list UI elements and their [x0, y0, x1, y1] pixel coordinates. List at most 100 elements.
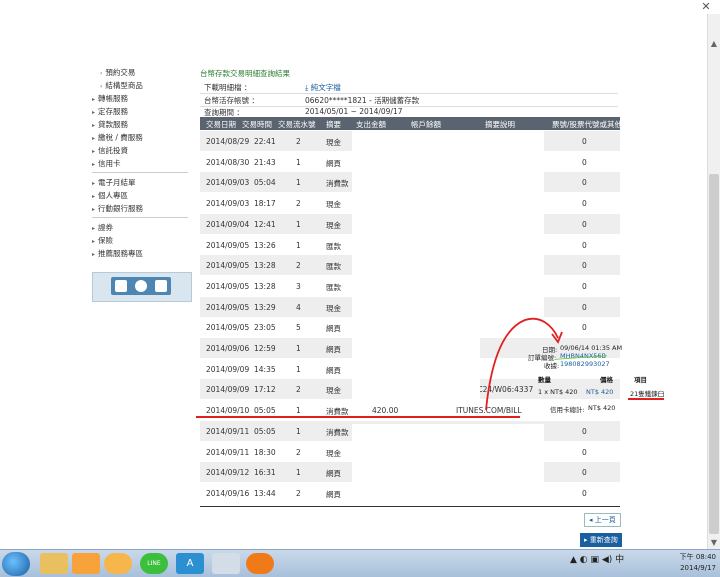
cell-time: 17:12: [254, 385, 276, 395]
calendar-icon[interactable]: [115, 280, 127, 292]
sidebar-item-label: 貸款服務: [98, 120, 129, 129]
cell-seq: 1: [296, 426, 301, 436]
cell-ref: 0: [582, 302, 587, 312]
cell-date: 2014/08/30: [206, 157, 250, 167]
sidebar-item[interactable]: ▸ 個人專區: [92, 189, 192, 202]
cell-summary: 網頁: [326, 345, 341, 354]
col-date: 交易日期: [206, 120, 236, 129]
sidebar-item-label: 推薦服務專區: [98, 249, 144, 258]
cell-summary: 現金: [326, 303, 341, 313]
sidebar-item[interactable]: ▸ 繳稅 / 費服務: [92, 131, 192, 144]
scroll-thumb[interactable]: [709, 174, 719, 534]
receipt-line-price: NT$ 420: [586, 388, 614, 396]
cell-seq: 2: [296, 261, 301, 271]
sidebar-item[interactable]: ▸ 電子月結單: [92, 176, 192, 189]
cell-seq: 1: [296, 240, 301, 250]
taskbar: LINE A ▲ ◐ ▣ ◀) 中 下午 08:40 2014/9/17: [0, 549, 720, 577]
cell-summary: 匯款: [326, 262, 341, 272]
cell-seq: 2: [296, 447, 301, 457]
requery-button[interactable]: ▸ 重新查詢: [580, 533, 622, 547]
cell-time: 23:05: [254, 323, 276, 333]
receipt-col-item: 項目: [634, 376, 647, 384]
arrow-icon: ▸: [92, 225, 96, 232]
col-out: 支出金額: [356, 120, 386, 129]
receipt-col-price: 價格: [600, 376, 613, 384]
arrow-icon: ▸: [92, 148, 96, 155]
calculator-icon[interactable]: [155, 280, 167, 292]
sidebar-item[interactable]: ▸ 推薦服務專區: [92, 247, 192, 260]
sidebar-item[interactable]: ▸ 信託投資: [92, 144, 192, 157]
line-app-icon[interactable]: LINE: [140, 553, 168, 574]
arrow-icon: ▸: [92, 206, 96, 213]
sidebar-item[interactable]: ▸ 信用卡: [92, 157, 192, 170]
cell-seq: 5: [296, 323, 301, 333]
cell-seq: 1: [296, 178, 301, 188]
cell-summary: 消費款: [326, 179, 349, 189]
red-arrow-annotation: [485, 317, 563, 411]
cell-seq: 2: [296, 488, 301, 498]
arrow-icon: ▸: [92, 251, 96, 258]
sidebar-divider: [92, 217, 188, 218]
start-button[interactable]: [2, 552, 30, 576]
cell-seq: 2: [296, 199, 301, 209]
arrow-icon: ▸: [92, 109, 96, 116]
cell-time: 16:31: [254, 468, 276, 478]
folder-icon[interactable]: [40, 553, 68, 574]
prev-page-button[interactable]: ◂ 上一頁: [584, 513, 621, 527]
messenger-icon[interactable]: [104, 553, 132, 574]
cell-summary: 網頁: [326, 324, 341, 334]
cell-date: 2014/09/05: [206, 302, 250, 312]
cell-time: 05:04: [254, 178, 276, 188]
arrow-icon: ▸: [92, 96, 96, 103]
sidebar: › 預約交易 › 結構型商品 ▸ 轉帳服務 ▸ 定存服務 ▸ 貸款服務 ▸ 繳稅 / 費服務 ▸ 信託…: [92, 66, 192, 260]
cell-summary: 現金: [326, 448, 341, 458]
sidebar-item[interactable]: ▸ 行動銀行服務: [92, 202, 192, 215]
cell-time: 14:35: [254, 364, 276, 374]
app-a-icon[interactable]: A: [176, 553, 204, 574]
cell-time: 05:05: [254, 406, 276, 416]
sidebar-item[interactable]: ▸ 保險: [92, 234, 192, 247]
download-text-link[interactable]: ⤓ 純文字檔: [305, 82, 341, 93]
firefox-icon[interactable]: [246, 553, 274, 574]
tool-buttons: [111, 277, 171, 295]
tool-panel: [92, 272, 192, 302]
cell-time: 12:59: [254, 344, 276, 353]
sidebar-item[interactable]: ▸ 證券: [92, 221, 192, 234]
scroll-down-icon[interactable]: ▼: [708, 537, 720, 549]
sidebar-item-reserved[interactable]: › 預約交易: [92, 66, 192, 79]
cell-seq: 2: [296, 137, 301, 146]
sidebar-item[interactable]: ▸ 貸款服務: [92, 118, 192, 131]
cell-time: 21:43: [254, 157, 276, 167]
cell-date: 2014/09/05: [206, 261, 250, 271]
cell-summary: 現金: [326, 220, 341, 230]
vertical-scrollbar[interactable]: ▲ ▼: [707, 14, 720, 549]
sidebar-item-label: 保險: [98, 236, 114, 245]
cell-summary: 網頁: [326, 365, 341, 375]
sidebar-item[interactable]: ▸ 轉帳服務: [92, 92, 192, 105]
arrow-icon: ▸: [92, 122, 96, 129]
cell-seq: 1: [296, 344, 301, 353]
cell-seq: 4: [296, 302, 301, 312]
scroll-up-icon[interactable]: ▲: [708, 38, 720, 50]
redacted-area: [352, 131, 544, 321]
cell-ref: 0: [582, 426, 587, 436]
media-player-icon[interactable]: [72, 553, 100, 574]
table-bottom-rule: [200, 506, 620, 507]
sidebar-item[interactable]: ▸ 定存服務: [92, 105, 192, 118]
close-icon[interactable]: ✕: [692, 0, 720, 14]
page-title: 台幣存款交易明細查詢結果: [200, 69, 290, 78]
cell-seq: 1: [296, 468, 301, 478]
sidebar-item-structured[interactable]: › 結構型商品: [92, 79, 192, 92]
tool-icon[interactable]: [212, 553, 240, 574]
cell-date: 2014/09/05: [206, 323, 250, 333]
taskbar-clock[interactable]: 下午 08:40 2014/9/17: [668, 552, 716, 574]
sidebar-item-label: 定存服務: [98, 107, 129, 116]
clock-icon[interactable]: [135, 280, 147, 292]
cell-summary: 現金: [326, 386, 341, 396]
cell-summary: 匯款: [326, 241, 341, 251]
system-tray[interactable]: ▲ ◐ ▣ ◀) 中: [570, 552, 624, 565]
cell-seq: 1: [296, 364, 301, 374]
cell-time: 13:44: [254, 488, 276, 498]
cell-out: 420.00: [372, 406, 399, 416]
arrow-icon: ▸: [92, 161, 96, 168]
